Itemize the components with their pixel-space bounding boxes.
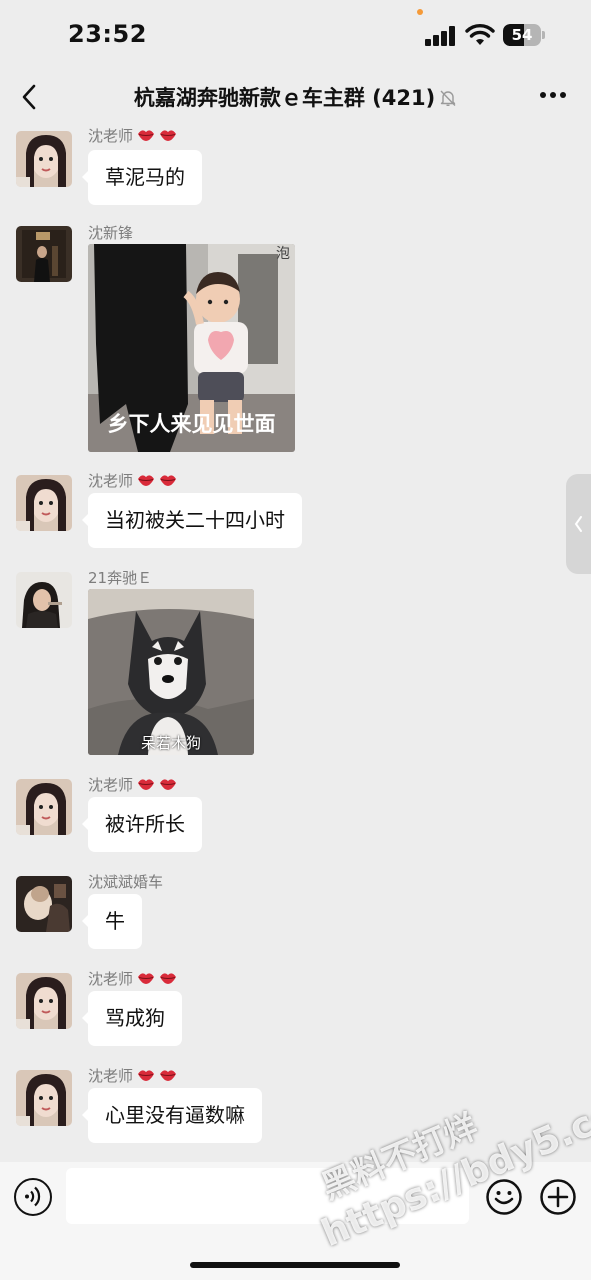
message-input[interactable] [66,1168,469,1224]
message-bubble[interactable]: 牛 [82,894,142,949]
lips-emoji-icon [160,475,177,486]
bell-muted-icon [440,90,456,106]
chat-header: 杭嘉湖奔驰新款ｅ车主群 (421) [0,72,591,122]
avatar-shen-laoshi[interactable] [16,1070,72,1126]
battery-icon: 54 [503,24,545,46]
plus-button[interactable] [539,1178,577,1216]
message-item: 沈老师 被许所长 [0,774,591,864]
sender-name: 沈斌斌婚车 [88,873,164,891]
sticker-corner-text: 泡 [276,246,290,262]
status-time: 23:52 [68,20,147,48]
message-item: 沈老师 骂成狗 [0,968,591,1058]
message-item: 21奔驰Ｅ 呆若木狗 [0,567,591,757]
avatar-shen-laoshi[interactable] [16,475,72,531]
cellular-signal-icon [425,24,457,46]
avatar-shen-xinfeng[interactable] [16,226,72,282]
message-list[interactable]: 沈老师 草泥马的 沈新锋 泡 乡下人来见见世面 沈老师 当初被关二十四小时 21… [0,122,591,1162]
sender-name: 沈老师 [88,968,177,989]
message-bubble[interactable]: 草泥马的 [82,150,202,205]
lips-emoji-icon [160,779,177,790]
message-item: 沈老师 草泥马的 [0,125,591,215]
group-title: 杭嘉湖奔驰新款ｅ车主群 (421) [133,86,436,110]
sender-name: 沈老师 [88,774,177,795]
lips-emoji-icon [138,973,155,984]
voice-button[interactable] [14,1178,52,1216]
message-bubble[interactable]: 骂成狗 [82,991,182,1046]
avatar-21-benchi-e[interactable] [16,572,72,628]
avatar-shen-laoshi[interactable] [16,131,72,187]
lips-emoji-icon [138,779,155,790]
message-bubble[interactable]: 当初被关二十四小时 [82,493,302,548]
sticker-image[interactable]: 呆若木狗 [88,589,254,755]
status-bar: 23:52 54 [0,0,591,72]
chat-title-area[interactable]: 杭嘉湖奔驰新款ｅ车主群 (421) [0,82,591,112]
more-options-button[interactable] [540,92,566,100]
voice-icon [25,1186,41,1207]
lips-emoji-icon [160,130,177,141]
sender-name: 21奔驰Ｅ [88,569,153,587]
sender-name: 沈新锋 [88,224,134,242]
avatar-shen-binbin-hunche[interactable] [16,876,72,932]
chevron-left-icon [574,516,582,532]
privacy-indicator-dot [417,9,423,15]
message-item: 沈新锋 泡 乡下人来见见世面 [0,222,591,452]
side-drawer-handle[interactable] [566,474,591,574]
message-bubble[interactable]: 被许所长 [82,797,202,852]
battery-level: 54 [511,26,533,44]
emoji-button[interactable] [485,1178,523,1216]
lips-emoji-icon [160,973,177,984]
sender-name: 沈老师 [88,125,177,146]
avatar-shen-laoshi[interactable] [16,973,72,1029]
sender-name: 沈老师 [88,470,177,491]
wifi-icon [465,24,495,45]
message-item: 沈老师 心里没有逼数嘛 [0,1065,591,1160]
sticker-caption: 呆若木狗 [140,734,201,752]
sticker-image[interactable]: 泡 乡下人来见见世面 [88,244,295,452]
sender-name: 沈老师 [88,1065,177,1086]
message-item: 沈斌斌婚车 牛 [0,871,591,961]
lips-emoji-icon [138,130,155,141]
sticker-caption: 乡下人来见见世面 [107,412,276,436]
lips-emoji-icon [138,1070,155,1081]
message-bubble[interactable]: 心里没有逼数嘛 [82,1088,262,1143]
lips-emoji-icon [138,475,155,486]
avatar-shen-laoshi[interactable] [16,779,72,835]
home-indicator[interactable] [190,1262,400,1268]
lips-emoji-icon [160,1070,177,1081]
message-item: 沈老师 当初被关二十四小时 [0,470,591,560]
